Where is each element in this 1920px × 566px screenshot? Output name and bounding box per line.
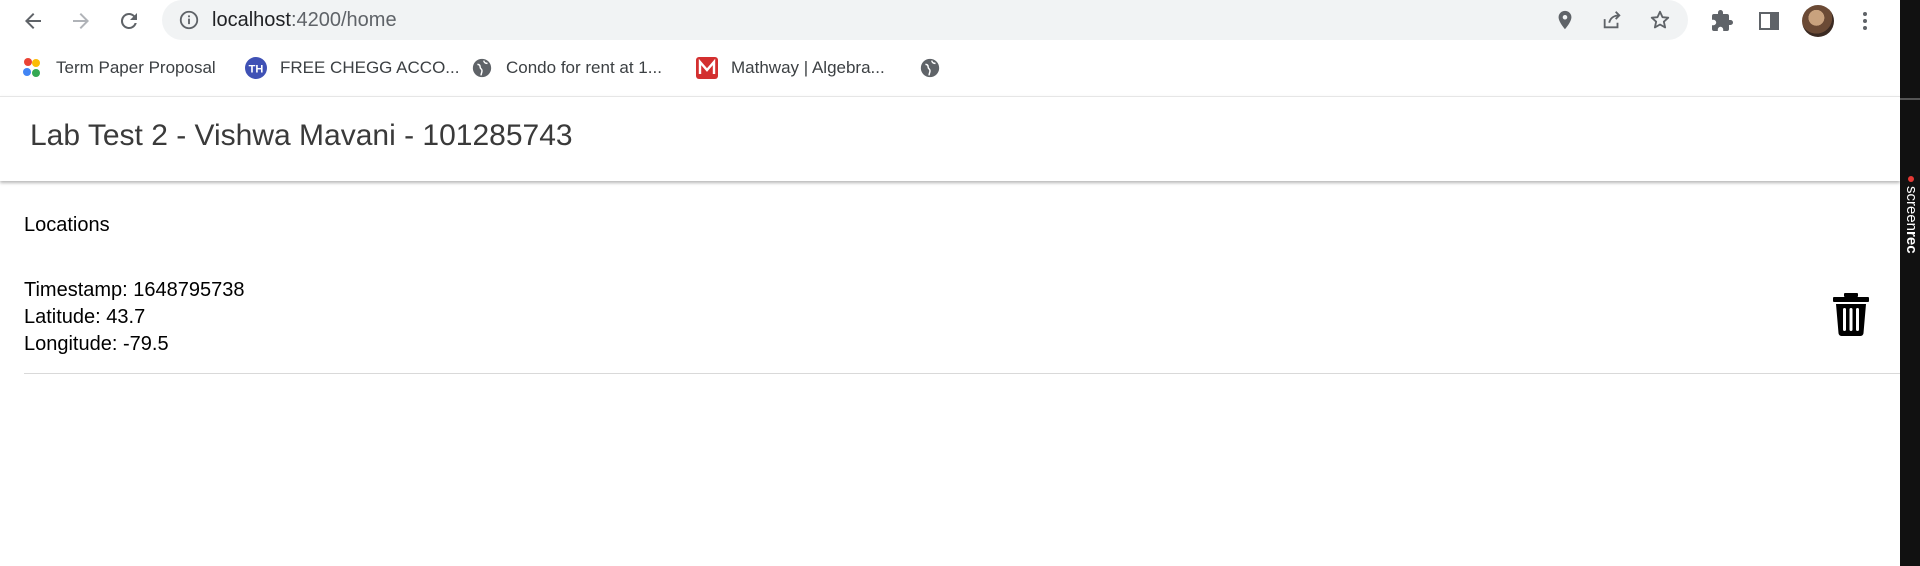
longitude-text: Longitude: -79.5 xyxy=(24,333,169,355)
timestamp-text: Timestamp: 1648795738 xyxy=(24,279,245,301)
location-pin-icon[interactable] xyxy=(1553,8,1577,32)
info-icon[interactable] xyxy=(178,9,200,31)
url-text[interactable]: localhost:4200/home xyxy=(212,0,397,40)
th-site-icon: TH xyxy=(244,56,268,80)
bookmark-mathway[interactable]: Mathway | Algebra... xyxy=(695,56,885,80)
extensions-icon[interactable] xyxy=(1709,8,1735,34)
svg-text:TH: TH xyxy=(249,64,264,76)
bookmark-label: Condo for rent at 1... xyxy=(506,58,662,77)
forward-button[interactable] xyxy=(66,6,96,36)
bookmark-term-paper[interactable]: Term Paper Proposal xyxy=(20,56,216,80)
reload-button[interactable] xyxy=(114,6,144,36)
location-item: Timestamp: 1648795738 Latitude: 43.7 Lon… xyxy=(24,277,245,358)
address-bar[interactable]: localhost:4200/home xyxy=(162,0,1688,40)
brand-bold: rec xyxy=(1903,231,1920,254)
bookmark-globe[interactable] xyxy=(918,56,954,80)
trash-icon xyxy=(1833,293,1869,336)
arrow-left-icon xyxy=(25,13,41,29)
page-title: Lab Test 2 - Vishwa Mavani - 101285743 xyxy=(30,119,573,152)
reload-icon xyxy=(120,12,137,29)
share-icon[interactable] xyxy=(1600,8,1624,32)
screenrec-strip[interactable]: screenrec xyxy=(1900,0,1920,566)
bookmark-condo[interactable]: Condo for rent at 1... xyxy=(470,56,662,80)
mathway-icon xyxy=(695,56,719,80)
bookmark-chegg[interactable]: TH FREE CHEGG ACCO... xyxy=(244,56,459,80)
screenrec-label: screenrec xyxy=(1903,186,1920,254)
bookmark-label: FREE CHEGG ACCO... xyxy=(280,58,460,77)
bookmark-label: Term Paper Proposal xyxy=(56,58,216,77)
bookmark-label: Mathway | Algebra... xyxy=(731,58,885,77)
bookmarks-bar: Term Paper Proposal TH FREE CHEGG ACCO..… xyxy=(0,48,1900,88)
app-header: Lab Test 2 - Vishwa Mavani - 101285743 xyxy=(0,96,1900,181)
strip-divider xyxy=(1900,98,1920,100)
latitude-text: Latitude: 43.7 xyxy=(24,306,146,328)
record-dot-icon xyxy=(1908,176,1914,182)
profile-avatar[interactable] xyxy=(1802,5,1834,37)
item-divider xyxy=(24,373,1900,374)
browser-toolbar: localhost:4200/home xyxy=(0,0,1900,41)
back-button[interactable] xyxy=(18,6,48,36)
brand-light: screen xyxy=(1903,186,1920,232)
url-path: :4200/home xyxy=(290,9,397,31)
bookmark-star-icon[interactable] xyxy=(1648,8,1672,32)
google-drive-icon xyxy=(20,56,44,80)
url-host: localhost xyxy=(212,9,291,31)
globe-icon xyxy=(470,56,494,80)
locations-heading: Locations xyxy=(24,214,110,236)
delete-button[interactable] xyxy=(1832,292,1870,336)
more-menu-icon[interactable] xyxy=(1852,8,1878,34)
side-panel-icon[interactable] xyxy=(1756,8,1782,34)
globe-icon xyxy=(918,56,942,80)
arrow-right-icon xyxy=(73,13,89,29)
